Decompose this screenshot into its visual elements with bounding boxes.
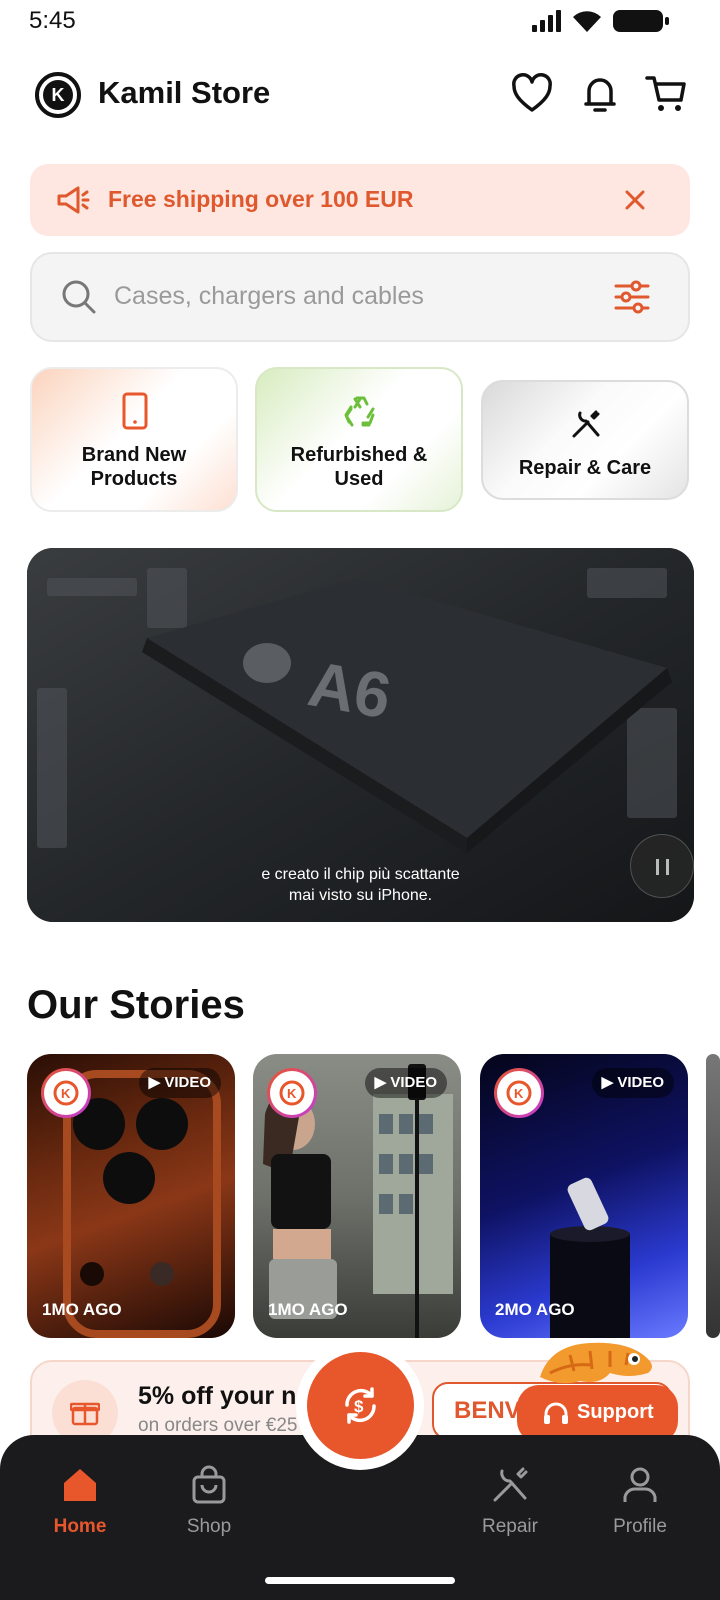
close-icon[interactable] [624, 189, 646, 211]
store-logo[interactable]: K [35, 72, 81, 118]
search-bar[interactable]: Cases, chargers and cables [30, 252, 690, 342]
sell-trade-button[interactable]: $ [307, 1352, 414, 1459]
story-age: 1MO AGO [42, 1300, 122, 1319]
hero-video[interactable]: A6 e creato il chip più scattante mai vi… [27, 548, 694, 922]
video-badge-label: VIDEO [390, 1074, 437, 1091]
battery-icon [613, 10, 669, 32]
caption-line: mai visto su iPhone. [288, 887, 433, 904]
bell-icon[interactable] [578, 72, 622, 116]
heart-icon[interactable] [510, 72, 554, 116]
nav-label: Shop [186, 1516, 232, 1537]
story-card-partial[interactable] [706, 1054, 720, 1338]
svg-text:A6: A6 [303, 647, 396, 732]
play-icon: ▶ [374, 1074, 391, 1091]
logo-k-icon: K [53, 1080, 79, 1106]
category-label: Brand New [81, 444, 187, 466]
discount-subline: on orders over €25 [138, 1415, 298, 1436]
store-name: Kamil Store [98, 75, 271, 110]
app-header: K Kamil Store [0, 60, 720, 130]
play-icon: ▶ [601, 1074, 618, 1091]
svg-text:$: $ [354, 1397, 364, 1416]
story-avatar: K [494, 1068, 544, 1118]
story-card[interactable]: K ▶ VIDEO 2MO AGO [480, 1054, 688, 1338]
cart-icon[interactable] [644, 72, 688, 116]
category-label: Used [334, 468, 384, 490]
free-shipping-banner: Free shipping over 100 EUR [30, 164, 690, 236]
story-avatar: K [267, 1068, 317, 1118]
home-icon [64, 1469, 96, 1501]
play-icon: ▶ [148, 1074, 165, 1091]
free-shipping-text: Free shipping over 100 EUR [108, 186, 414, 212]
category-refurbished[interactable]: Refurbished & Used [255, 367, 463, 512]
logo-k-icon: K [506, 1080, 532, 1106]
gift-icon [70, 1402, 100, 1426]
search-input[interactable]: Cases, chargers and cables [114, 282, 424, 311]
home-indicator [265, 1577, 455, 1584]
tools-icon [572, 410, 600, 438]
story-age: 2MO AGO [495, 1300, 575, 1319]
story-age: 1MO AGO [268, 1300, 348, 1319]
megaphone-icon [57, 186, 90, 214]
logo-k-icon: K [43, 80, 73, 110]
video-badge: ▶ VIDEO [138, 1068, 221, 1098]
story-avatar: K [41, 1068, 91, 1118]
wifi-icon [573, 11, 601, 33]
video-badge: ▶ VIDEO [591, 1068, 674, 1098]
category-label: Repair & Care [518, 457, 652, 479]
pause-icon [656, 859, 669, 875]
nav-label: Repair [482, 1516, 538, 1537]
nav-label: Profile [613, 1516, 667, 1537]
video-caption: e creato il chip più scattante mai visto… [27, 864, 694, 906]
search-icon [62, 280, 96, 314]
status-bar: 5:45 [0, 0, 720, 44]
headset-icon [544, 1402, 568, 1424]
svg-text:K: K [287, 1086, 297, 1101]
caption-line: e creato il chip più scattante [261, 866, 460, 883]
svg-text:K: K [514, 1086, 524, 1101]
filter-icon[interactable] [614, 280, 650, 314]
video-badge-label: VIDEO [164, 1074, 211, 1091]
category-brand-new[interactable]: Brand New Products [30, 367, 238, 512]
video-badge-label: VIDEO [617, 1074, 664, 1091]
recycle-icon [344, 396, 375, 427]
chameleon-mascot [540, 1342, 652, 1384]
tools-icon [493, 1467, 528, 1502]
phone-icon [122, 392, 148, 430]
video-badge: ▶ VIDEO [364, 1068, 447, 1098]
currency-exchange-icon: $ [345, 1387, 376, 1424]
svg-text:K: K [61, 1086, 71, 1101]
status-time: 5:45 [29, 7, 76, 34]
story-card[interactable]: K ▶ VIDEO 1MO AGO [253, 1054, 461, 1338]
category-label: Refurbished & [290, 444, 428, 466]
user-icon [623, 1467, 657, 1502]
pause-button[interactable] [630, 834, 694, 898]
logo-k-icon: K [279, 1080, 305, 1106]
category-repair-care[interactable]: Repair & Care [481, 380, 689, 500]
category-label: Products [90, 468, 178, 490]
signal-icon [532, 10, 561, 32]
shopping-bag-icon [192, 1465, 226, 1504]
support-label: Support [577, 1401, 654, 1423]
stories-title: Our Stories [27, 983, 245, 1027]
nav-label: Home [53, 1516, 107, 1537]
story-card[interactable]: K ▶ VIDEO 1MO AGO [27, 1054, 235, 1338]
